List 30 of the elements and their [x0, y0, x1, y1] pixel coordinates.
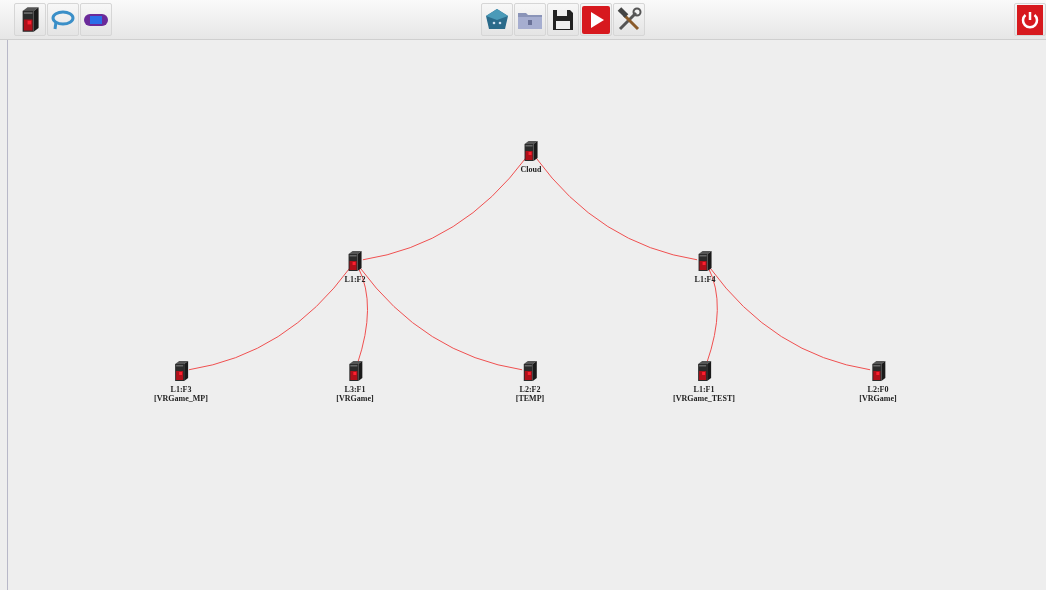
node-label: Cloud — [520, 165, 542, 174]
server-icon — [347, 250, 363, 272]
dice-icon — [485, 7, 509, 32]
server-button[interactable] — [14, 3, 46, 36]
cable-icon — [50, 8, 76, 31]
play-icon — [582, 5, 610, 34]
node-label: L2:F2 [TEMP] — [515, 385, 545, 403]
tools-button[interactable] — [613, 3, 645, 36]
server-icon — [522, 360, 538, 382]
tools-icon — [616, 6, 642, 33]
server-icon — [696, 360, 712, 382]
server-icon — [523, 140, 539, 162]
dice-button[interactable] — [481, 3, 513, 36]
power-button[interactable] — [1014, 3, 1046, 36]
power-icon — [1017, 4, 1043, 35]
server-icon — [347, 360, 363, 382]
node-label: L1:F2 — [344, 275, 366, 284]
node-label: L3:F1 [VRGame] — [336, 385, 374, 403]
node-label: L1:F4 — [694, 275, 716, 284]
server-icon — [173, 360, 189, 382]
game-console-icon — [83, 11, 109, 28]
device-button[interactable] — [80, 3, 112, 36]
save-button[interactable] — [547, 3, 579, 36]
play-button[interactable] — [580, 3, 612, 36]
server-icon — [20, 6, 40, 33]
node-label: L1:F1 [VRGame_TEST] — [673, 385, 735, 403]
node-label: L2:F0 [VRGame] — [859, 385, 897, 403]
node-label: L1:F3 [VRGame_MP] — [154, 385, 208, 403]
server-icon — [870, 360, 886, 382]
server-icon — [697, 250, 713, 272]
